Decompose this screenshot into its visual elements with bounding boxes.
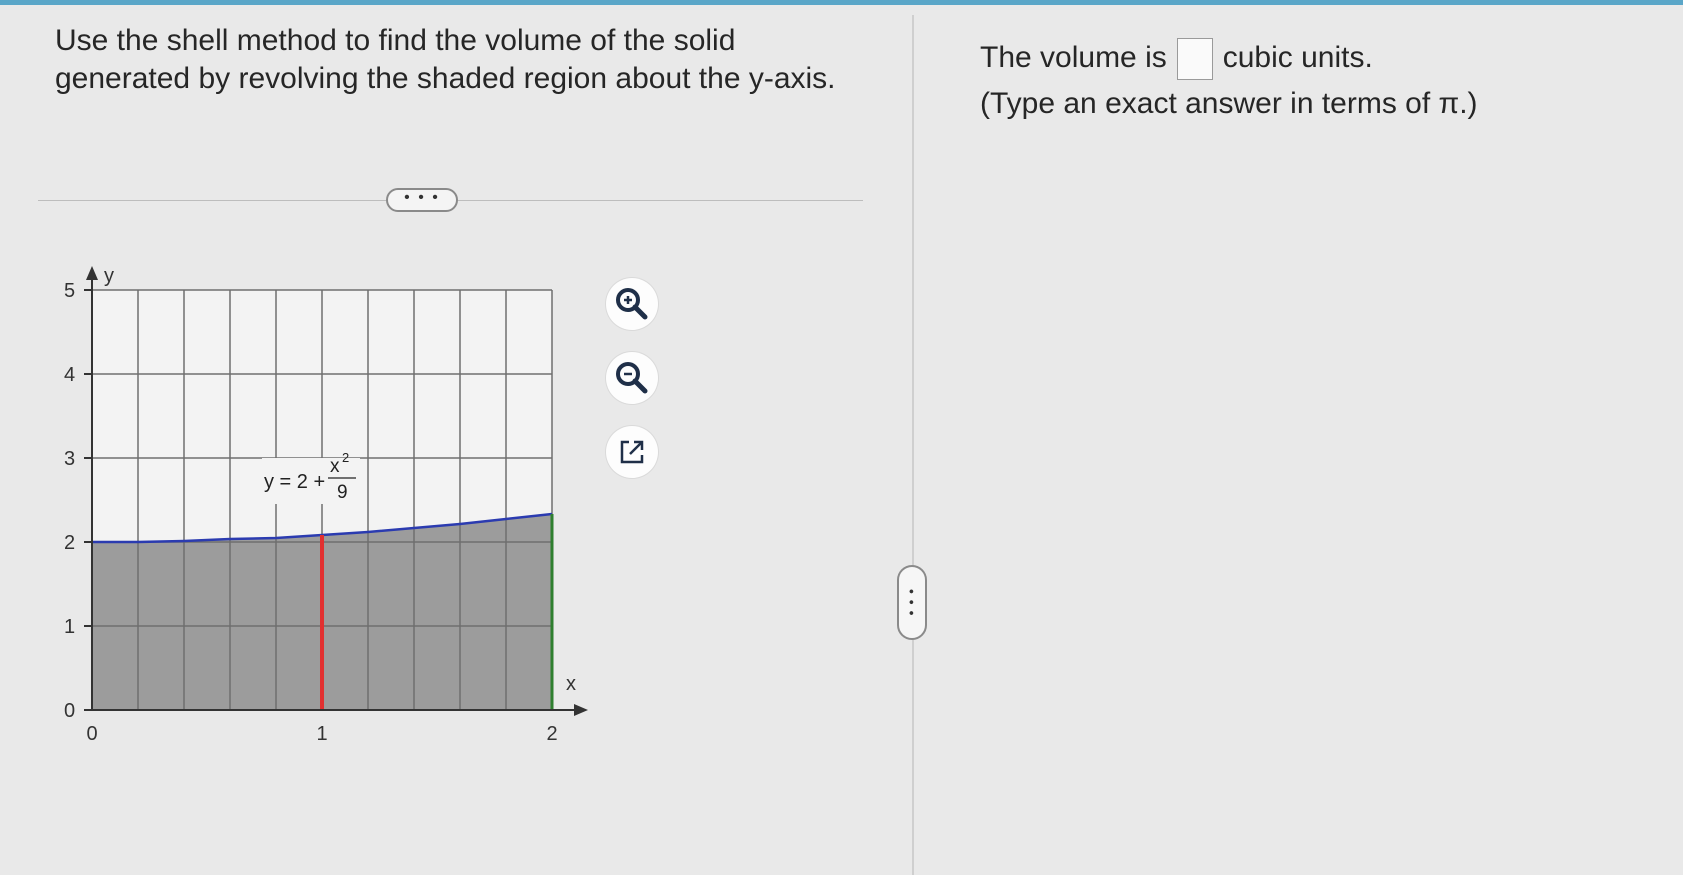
x-tick-labels: 0 1 2 (86, 723, 557, 745)
zoom-out-icon (616, 362, 648, 394)
x-tick-0: 0 (86, 723, 97, 745)
curve-label-lhs: y = 2 + (264, 471, 325, 493)
answer-suffix: cubic units. (1222, 41, 1373, 74)
pop-out-button[interactable] (606, 426, 658, 478)
y-tick-3: 3 (64, 448, 75, 470)
question-line-2: generated by revolving the shaded region… (55, 62, 836, 95)
answer-statement: The volume is cubic units. (980, 38, 1373, 81)
x-tick-1: 1 (316, 723, 327, 745)
answer-prefix: The volume is (980, 41, 1167, 74)
graph: y x 0 1 2 3 4 5 0 1 2 y = 2 + x 2 9 (64, 265, 588, 745)
x-tick-2: 2 (546, 723, 557, 745)
x-axis-arrow (574, 704, 588, 716)
y-axis-label: y (104, 265, 114, 287)
y-tick-4: 4 (64, 364, 75, 386)
curve-label-denominator: 9 (337, 482, 348, 503)
answer-input[interactable] (1176, 38, 1213, 81)
zoom-in-icon (616, 288, 648, 320)
zoom-in-button[interactable] (606, 278, 658, 330)
answer-hint: (Type an exact answer in terms of π.) (980, 87, 1478, 120)
expand-more-button[interactable]: • • • (386, 188, 458, 212)
y-tick-1: 1 (64, 616, 75, 638)
answer-pane (918, 5, 1683, 875)
curve-label-numerator: x (330, 456, 340, 477)
y-tick-marks (84, 289, 92, 711)
curve-label-exponent: 2 (342, 450, 349, 465)
y-tick-0: 0 (64, 700, 75, 722)
external-link-icon (620, 440, 644, 464)
y-tick-2: 2 (64, 532, 75, 554)
zoom-out-button[interactable] (606, 352, 658, 404)
question-line-1: Use the shell method to find the volume … (55, 24, 736, 57)
x-axis-label: x (566, 673, 576, 695)
pane-divider (912, 15, 914, 875)
y-tick-labels: 0 1 2 3 4 5 (64, 280, 75, 722)
y-axis-arrow (86, 266, 98, 280)
pane-resize-handle[interactable]: • • • (897, 565, 927, 640)
question-text: Use the shell method to find the volume … (55, 22, 875, 98)
y-tick-5: 5 (64, 280, 75, 302)
